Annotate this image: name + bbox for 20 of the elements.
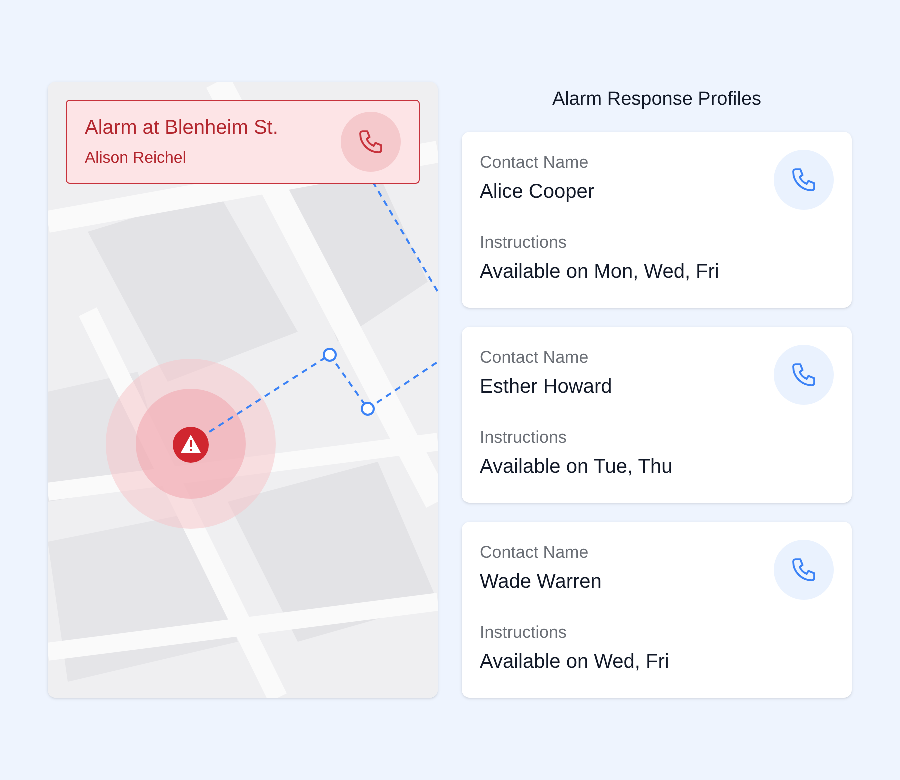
warning-icon bbox=[173, 427, 209, 463]
field-label: Contact Name bbox=[480, 347, 589, 369]
field-label: Instructions bbox=[480, 232, 567, 254]
phone-icon bbox=[790, 361, 818, 389]
alarm-contact-name: Alison Reichel bbox=[85, 149, 188, 169]
contact-name: Esther Howard bbox=[480, 375, 612, 400]
field-label: Instructions bbox=[480, 427, 567, 449]
instructions-text: Available on Wed, Fri bbox=[480, 650, 670, 675]
contact-name: Alice Cooper bbox=[480, 180, 595, 205]
section-title: Alarm Response Profiles bbox=[552, 88, 762, 112]
instructions-text: Available on Tue, Thu bbox=[480, 455, 673, 480]
phone-icon bbox=[357, 128, 385, 156]
alarm-title: Alarm at Blenheim St. bbox=[85, 116, 278, 141]
field-label: Instructions bbox=[480, 622, 567, 644]
field-label: Contact Name bbox=[480, 152, 589, 174]
phone-icon bbox=[790, 556, 818, 584]
phone-icon bbox=[790, 166, 818, 194]
instructions-text: Available on Mon, Wed, Fri bbox=[480, 260, 720, 285]
contact-name: Wade Warren bbox=[480, 570, 602, 595]
field-label: Contact Name bbox=[480, 542, 589, 564]
